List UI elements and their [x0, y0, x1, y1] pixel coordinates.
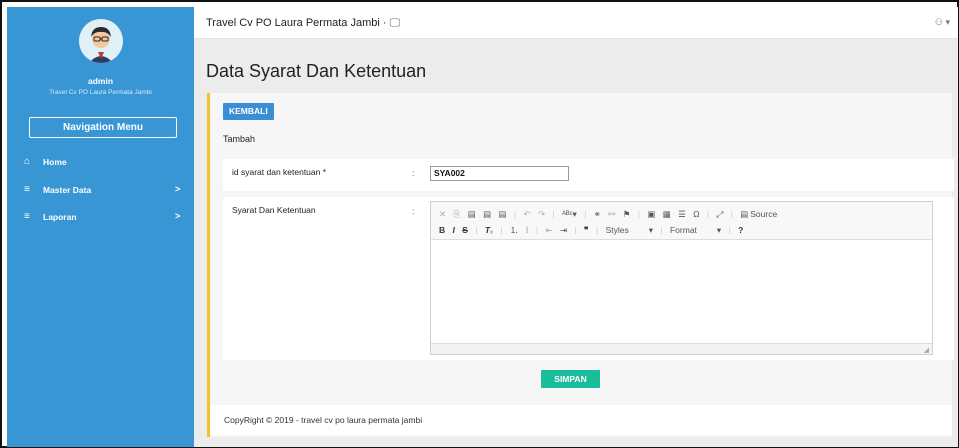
blockquote-icon[interactable]: ❞: [584, 225, 589, 236]
list-icon: ≡: [24, 184, 30, 195]
back-button[interactable]: KEMBALI: [223, 103, 274, 120]
remove-format-icon[interactable]: Tₓ: [485, 225, 493, 235]
outdent-icon[interactable]: ⇤: [545, 225, 552, 236]
form-row-id: id syarat dan ketentuan * : SYA002: [223, 159, 954, 191]
top-bar: Travel Cv PO Laura Permata Jambi · 🖵 ⚇ ▾: [194, 7, 958, 39]
colon: :: [412, 168, 415, 178]
sidebar-item-label: Laporan: [43, 212, 77, 222]
footer-copyright: CopyRight © 2019 - travel cv po laura pe…: [224, 415, 423, 425]
form-subtitle: Tambah: [223, 134, 256, 144]
user-menu[interactable]: ⚇ ▾: [935, 17, 950, 28]
styles-dropdown[interactable]: Styles ▾: [606, 225, 653, 236]
source-icon: ▤: [740, 209, 749, 219]
editor-status-bar: ◢: [431, 343, 932, 354]
separator: |: [552, 209, 555, 219]
sidebar-item-home[interactable]: ⌂ Home: [7, 155, 194, 173]
form-panel: KEMBALI Tambah id syarat dan ketentuan *…: [207, 93, 954, 437]
resize-handle-icon[interactable]: ◢: [924, 346, 929, 354]
anchor-flag-icon[interactable]: ⚑: [623, 209, 631, 220]
italic-icon[interactable]: I: [453, 225, 455, 235]
colon: :: [412, 206, 415, 216]
editor-toolbar: ✕ ⎘ ▤ ▤ ▤ | ↶ ↷ | ᴬᴮᶜ▾ | ⚭ ⚯ ⚑ | ▣ ▦ ☰ Ω…: [431, 202, 932, 240]
format-label: Format: [669, 225, 697, 235]
field-label-terms: Syarat Dan Ketentuan: [232, 205, 316, 215]
sidebar-item-label: Master Data: [43, 185, 92, 195]
main-content: Data Syarat Dan Ketentuan KEMBALI Tambah…: [194, 39, 958, 447]
separator: |: [535, 225, 539, 235]
strike-icon[interactable]: S: [462, 225, 468, 235]
redo-icon[interactable]: ↷: [538, 209, 545, 220]
field-label-id: id syarat dan ketentuan *: [232, 167, 327, 177]
separator: |: [706, 209, 710, 219]
monitor-icon[interactable]: 🖵: [390, 17, 401, 29]
form-row-terms: Syarat Dan Ketentuan : ✕ ⎘ ▤ ▤ ▤ | ↶ ↷ |…: [223, 197, 954, 360]
sidebar-item-laporan[interactable]: ≡ Laporan >: [7, 210, 194, 228]
chevron-right-icon: >: [175, 211, 181, 221]
separator: |: [730, 209, 733, 219]
chevron-down-icon: ▾: [945, 17, 950, 27]
copy-icon[interactable]: ⎘: [454, 209, 461, 220]
chevron-down-icon: ▾: [716, 225, 722, 235]
app-frame: admin Travel Cv PO Laura Permata Jambi N…: [0, 0, 959, 448]
rich-text-editor: ✕ ⎘ ▤ ▤ ▤ | ↶ ↷ | ᴬᴮᶜ▾ | ⚭ ⚯ ⚑ | ▣ ▦ ☰ Ω…: [430, 201, 933, 355]
horizontal-line-icon[interactable]: ☰: [678, 209, 686, 220]
footer: CopyRight © 2019 - travel cv po laura pe…: [207, 405, 952, 435]
top-bar-title: Travel Cv PO Laura Permata Jambi: [206, 17, 380, 29]
paste-text-icon[interactable]: ▤: [483, 209, 491, 220]
sidebar-item-label: Home: [43, 157, 67, 167]
unlink-icon[interactable]: ⚯: [608, 209, 615, 220]
separator: ·: [382, 17, 390, 29]
save-button[interactable]: SIMPAN: [541, 370, 600, 388]
admin-name: admin: [87, 76, 114, 86]
link-icon[interactable]: ⚭: [594, 209, 601, 220]
numbered-list-icon[interactable]: ⒈: [510, 224, 519, 236]
separator: |: [475, 225, 478, 235]
separator: |: [660, 225, 663, 235]
bulleted-list-icon[interactable]: ⁝: [526, 225, 529, 236]
separator: |: [500, 225, 503, 235]
styles-label: Styles: [605, 225, 629, 235]
sidebar: admin Travel Cv PO Laura Permata Jambi N…: [7, 7, 194, 447]
separator: |: [574, 225, 577, 235]
chevron-right-icon: >: [175, 184, 181, 194]
sidebar-item-master-data[interactable]: ≡ Master Data >: [7, 183, 194, 201]
help-icon[interactable]: ?: [738, 225, 743, 235]
editor-toolbar-row-1: ✕ ⎘ ▤ ▤ ▤ | ↶ ↷ | ᴬᴮᶜ▾ | ⚭ ⚯ ⚑ | ▣ ▦ ☰ Ω…: [439, 209, 782, 223]
editor-toolbar-row-2: B I S | Tₓ | ⒈ ⁝ | ⇤ ⇥ | ❞ | Styles ▾ | …: [439, 224, 748, 238]
avatar: [79, 19, 123, 63]
avatar-image: [79, 19, 123, 63]
special-char-icon[interactable]: Ω: [693, 209, 699, 219]
editor-content-area[interactable]: [431, 241, 932, 342]
separator: |: [728, 225, 731, 235]
image-icon[interactable]: ▣: [647, 209, 655, 220]
bold-icon[interactable]: B: [439, 225, 445, 235]
maximize-icon[interactable]: ⤢: [716, 209, 723, 220]
cut-icon[interactable]: ✕: [439, 209, 446, 220]
sidebar-company-name: Travel Cv PO Laura Permata Jambi: [49, 89, 152, 96]
list-icon: ≡: [24, 211, 30, 222]
separator: |: [637, 209, 640, 219]
id-input[interactable]: SYA002: [430, 166, 569, 181]
paste-word-icon[interactable]: ▤: [499, 209, 507, 220]
user-icon: ⚇: [934, 17, 943, 27]
undo-icon[interactable]: ↶: [524, 209, 531, 220]
table-icon[interactable]: ▦: [663, 209, 671, 220]
paste-icon[interactable]: ▤: [468, 209, 476, 220]
source-button[interactable]: ▤ Source: [740, 209, 777, 220]
top-bar-title-group: Travel Cv PO Laura Permata Jambi · 🖵: [206, 17, 400, 30]
home-icon: ⌂: [24, 156, 31, 167]
chevron-down-icon: ▾: [648, 225, 654, 235]
indent-icon[interactable]: ⇥: [560, 225, 567, 236]
separator: |: [513, 209, 517, 219]
navigation-menu-header: Navigation Menu: [29, 117, 177, 138]
separator: |: [595, 225, 599, 235]
format-dropdown[interactable]: Format ▾: [670, 225, 721, 236]
separator: |: [584, 209, 587, 219]
spellcheck-icon[interactable]: ᴬᴮᶜ▾: [562, 209, 577, 220]
page-title: Data Syarat Dan Ketentuan: [206, 61, 427, 81]
source-label: Source: [750, 209, 778, 219]
